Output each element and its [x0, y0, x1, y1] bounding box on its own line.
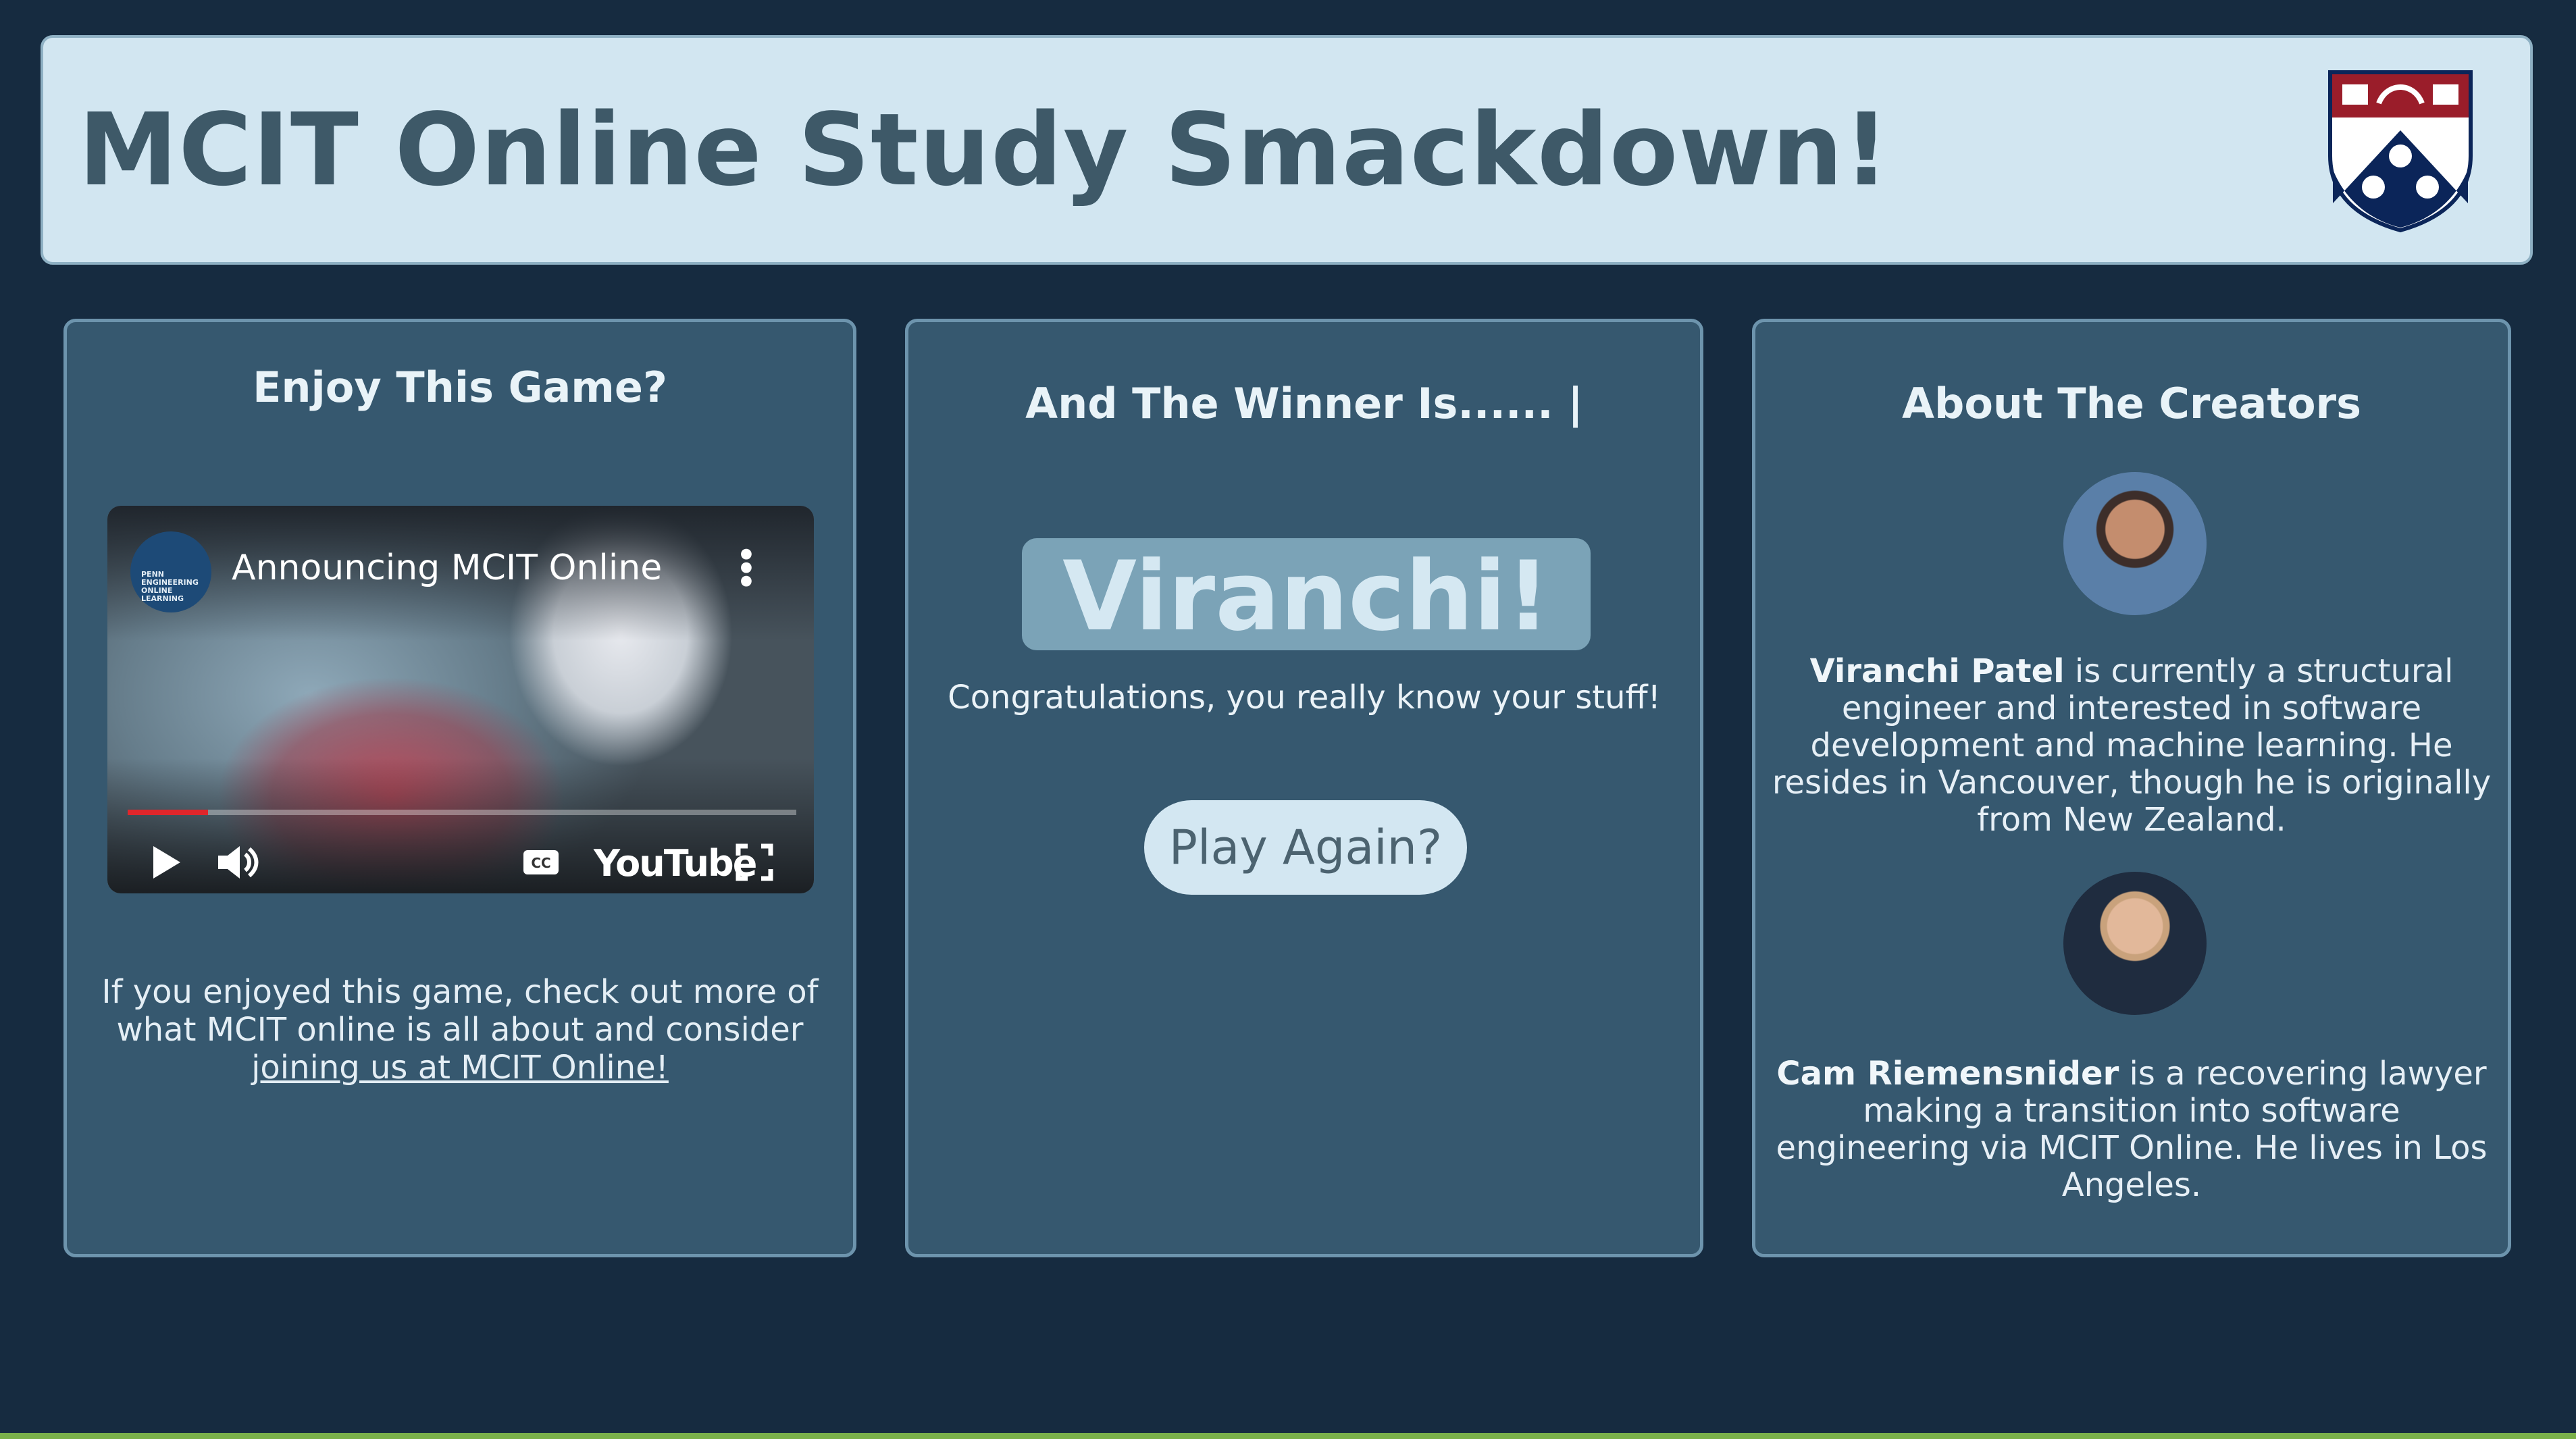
- creator-avatar-cam: [2063, 872, 2207, 1015]
- creator-bio-viranchi: Viranchi Patel is currently a structural…: [1772, 652, 2492, 839]
- winner-name: Viranchi!: [1062, 541, 1550, 652]
- enjoy-game-text: If you enjoyed this game, check out more…: [101, 973, 819, 1087]
- enjoy-game-panel: Enjoy This Game? PENN ENGINEERING ONLINE…: [63, 319, 856, 1257]
- enjoy-game-title: Enjoy This Game?: [253, 363, 667, 412]
- fullscreen-icon[interactable]: [734, 842, 775, 883]
- creator-name: Cam Riemensnider: [1776, 1055, 2119, 1093]
- creators-panel: About The Creators Viranchi Patel is cur…: [1752, 319, 2511, 1257]
- winner-heading: And The Winner Is...... |: [1025, 379, 1583, 428]
- join-mcit-link[interactable]: joining us at MCIT Online!: [251, 1049, 669, 1087]
- svg-text:CC: CC: [531, 855, 550, 871]
- winner-panel: And The Winner Is...... | Viranchi! Cong…: [905, 319, 1703, 1257]
- winner-badge: Viranchi!: [1022, 538, 1591, 652]
- play-again-button[interactable]: Play Again?: [1144, 800, 1467, 895]
- play-icon[interactable]: [147, 842, 184, 883]
- creator-bio-cam: Cam Riemensnider is a recovering lawyer …: [1776, 1055, 2488, 1204]
- channel-avatar[interactable]: PENN ENGINEERING ONLINE LEARNING: [130, 531, 211, 612]
- volume-icon[interactable]: [215, 842, 263, 883]
- video-progress-bar[interactable]: [128, 810, 796, 815]
- penn-shield-logo: [2328, 70, 2473, 233]
- bottom-accent-bar: [0, 1433, 2576, 1439]
- congrats-message: Congratulations, you really know your st…: [948, 679, 1661, 716]
- captions-icon[interactable]: CC: [521, 842, 561, 883]
- creators-title: About The Creators: [1901, 379, 2362, 428]
- video-progress-fill: [128, 810, 208, 815]
- creator-avatar-viranchi: [2063, 472, 2207, 615]
- more-options-icon[interactable]: • • •: [736, 538, 757, 601]
- page-title: MCIT Online Study Smackdown!: [78, 92, 1890, 208]
- video-title[interactable]: Announcing MCIT Online: [232, 548, 662, 588]
- youtube-video-player[interactable]: PENN ENGINEERING ONLINE LEARNING Announc…: [107, 506, 814, 893]
- page-header: MCIT Online Study Smackdown!: [41, 35, 2533, 265]
- creator-name: Viranchi Patel: [1809, 652, 2065, 690]
- youtube-logo[interactable]: YouTube: [594, 842, 757, 885]
